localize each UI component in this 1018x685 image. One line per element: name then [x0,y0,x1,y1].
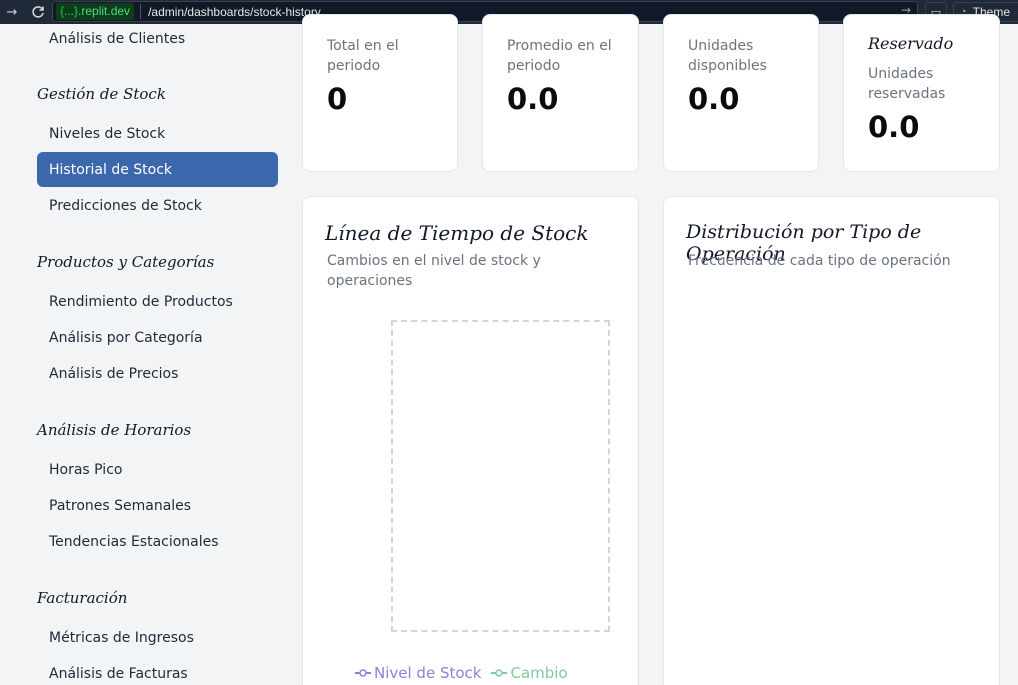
chart-legend: Nivel de Stock Cambio [355,664,568,682]
stat-card-promedio: Promedio en el periodo 0.0 [482,14,639,172]
sidebar-item-analisis-precios[interactable]: Análisis de Precios [37,356,278,391]
sidebar-item-analisis-clientes[interactable]: Análisis de Clientes [37,21,278,56]
sidebar-item-metricas-ingresos[interactable]: Métricas de Ingresos [37,620,278,655]
stat-label: Promedio en el periodo [507,38,612,74]
stat-label: Unidades disponibles [688,38,767,74]
legend-item-cambio[interactable]: Cambio [491,664,568,682]
legend-line-icon [355,669,371,677]
stat-card-disponibles: Unidades disponibles 0.0 [663,14,819,172]
sidebar-item-analisis-categoria[interactable]: Análisis por Categoría [37,320,278,355]
legend-line-icon [491,669,508,677]
stat-card-total: Total en el periodo 0 [302,14,458,172]
sidebar-section-title: Análisis de Horarios [37,421,192,439]
sidebar-item-niveles-stock[interactable]: Niveles de Stock [37,116,278,151]
chart-plot-area [391,320,610,632]
stat-title: Reservado [868,34,954,53]
stat-value: 0 [327,82,348,116]
sidebar-item-horas-pico[interactable]: Horas Pico [37,452,278,487]
refresh-icon[interactable] [28,2,48,22]
legend-label: Nivel de Stock [374,664,482,682]
stat-card-reservado: Reservado Unidades reservadas 0.0 [843,14,1000,172]
chart-subtitle: Frecuencia de cada tipo de operación [688,253,951,269]
domain-badge: {...}.replit.dev [56,3,135,20]
stat-value: 0.0 [688,82,740,116]
sidebar-item-predicciones-stock[interactable]: Predicciones de Stock [37,188,278,223]
url-path: /admin/dashboards/stock-history [148,4,321,19]
chart-title: Línea de Tiempo de Stock [325,221,589,245]
sidebar-section-title: Productos y Categorías [37,253,215,271]
sidebar-item-analisis-facturas[interactable]: Análisis de Facturas [37,656,278,685]
forward-arrow-icon[interactable]: → [2,2,22,22]
stat-value: 0.0 [507,82,559,116]
legend-item-nivel-stock[interactable]: Nivel de Stock [355,664,481,682]
timeline-chart-card: Línea de Tiempo de Stock Cambios en el n… [302,196,639,685]
stat-label: Total en el periodo [327,38,399,74]
distribution-chart-card: Distribución por Tipo de Operación Frecu… [663,196,1000,685]
sidebar-item-historial-stock[interactable]: Historial de Stock [37,152,278,187]
sidebar-item-tendencias-estacionales[interactable]: Tendencias Estacionales [37,524,278,559]
stat-label: Unidades reservadas [868,66,946,102]
url-divider [140,4,142,19]
chart-subtitle: Cambios en el nivel de stock y operacion… [327,253,541,289]
sidebar-item-rendimiento-productos[interactable]: Rendimiento de Productos [37,284,278,319]
sidebar-item-patrones-semanales[interactable]: Patrones Semanales [37,488,278,523]
sidebar: Análisis de Clientes Gestión de Stock Ni… [0,24,290,685]
sidebar-section-title: Gestión de Stock [37,85,166,103]
legend-label: Cambio [510,664,568,682]
stat-value: 0.0 [868,110,920,144]
sidebar-section-title: Facturación [37,589,128,607]
